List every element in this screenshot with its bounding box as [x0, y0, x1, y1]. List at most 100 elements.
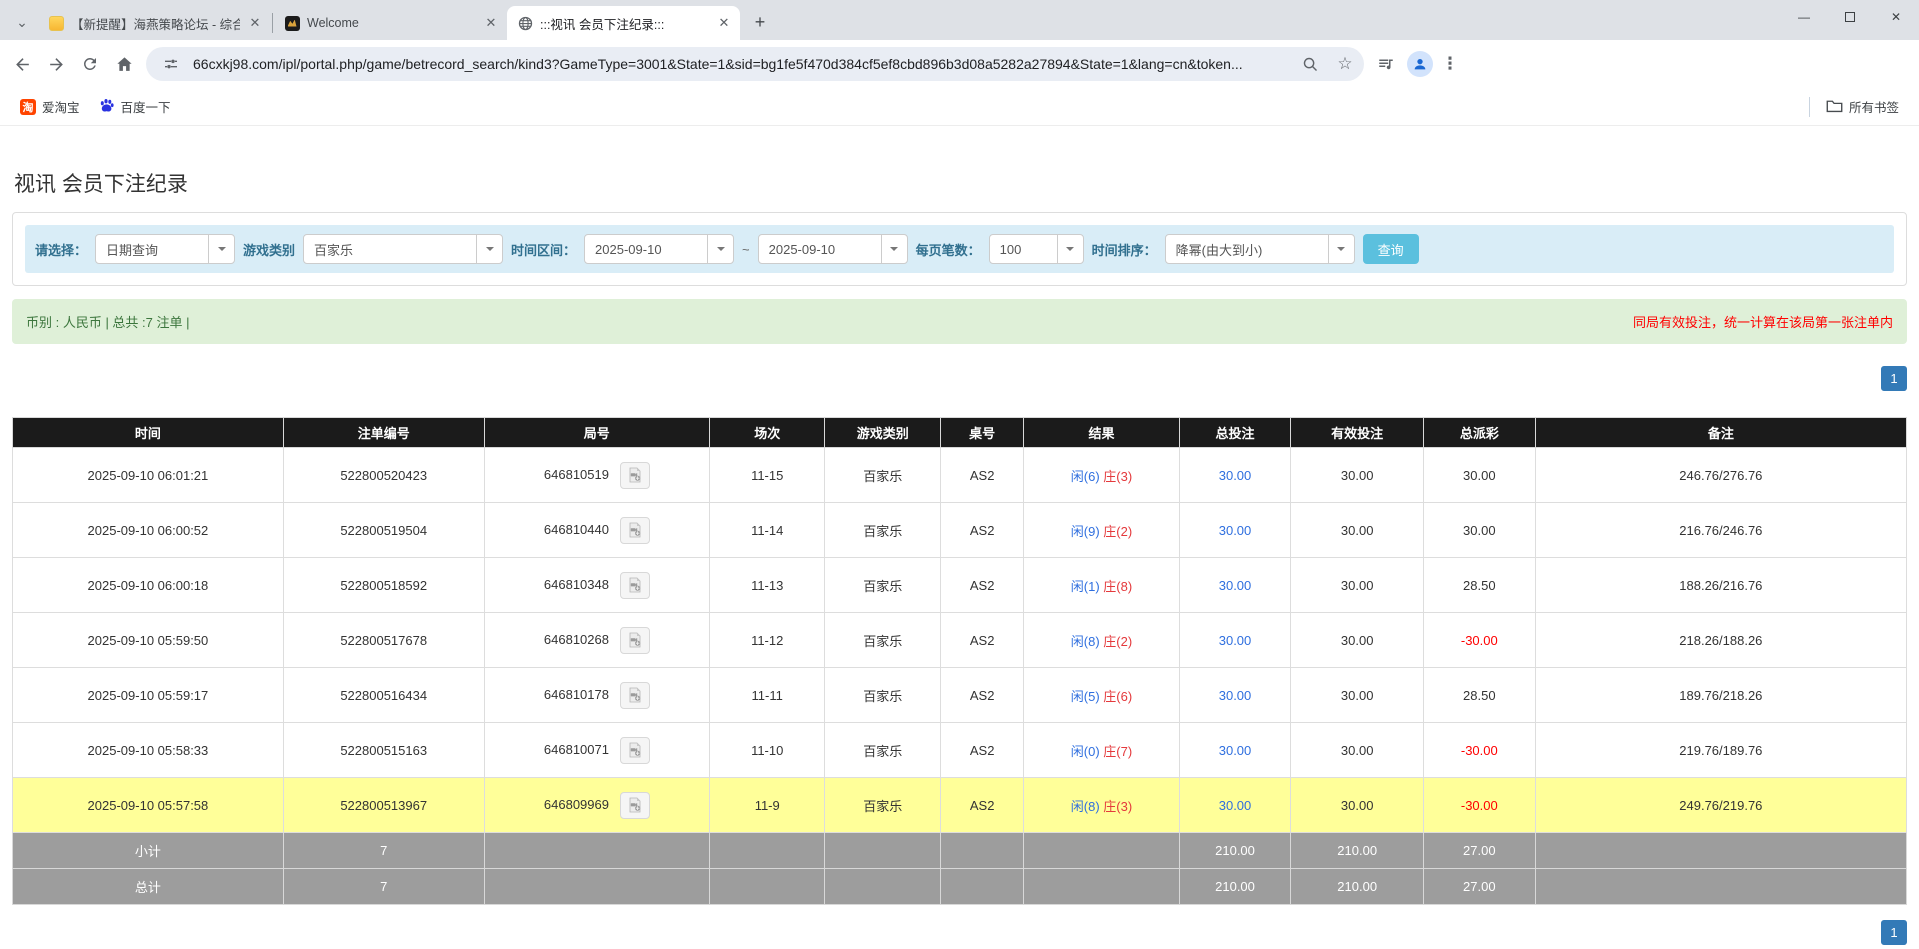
result-banker: 庄(2) — [1103, 524, 1132, 539]
back-icon[interactable] — [6, 48, 38, 80]
total-bet-link[interactable]: 30.00 — [1219, 633, 1252, 648]
cell-bet-no: 522800520423 — [283, 448, 484, 503]
welcome-favicon-icon — [284, 15, 300, 31]
tab-forum[interactable]: 【新提醒】海燕策略论坛 - 综合 ✕ — [38, 6, 271, 40]
page-1-button[interactable]: 1 — [1881, 366, 1907, 391]
address-bar[interactable]: 66cxkj98.com/ipl/portal.php/game/betreco… — [146, 47, 1364, 81]
reload-icon[interactable] — [74, 48, 106, 80]
folder-icon — [1826, 98, 1843, 116]
profile-avatar[interactable] — [1404, 48, 1436, 80]
watch-video-button[interactable] — [620, 682, 650, 709]
tab-bet-records[interactable]: :::视讯 会员下注纪录::: ✕ — [507, 6, 740, 40]
cell-round: 646809969 — [484, 778, 709, 833]
forward-icon[interactable] — [40, 48, 72, 80]
date-from-value: 2025-09-10 — [585, 235, 707, 263]
cell-game-type: 百家乐 — [825, 448, 941, 503]
window-controls: — ✕ — [1781, 0, 1919, 34]
cell-payout: 30.00 — [1423, 448, 1535, 503]
url-text[interactable]: 66cxkj98.com/ipl/portal.php/game/betreco… — [193, 56, 1288, 72]
close-window-icon[interactable]: ✕ — [1873, 0, 1919, 34]
cell-result: 闲(1) 庄(8) — [1024, 558, 1179, 613]
cell-bet-no: 522800515163 — [283, 723, 484, 778]
browser-menu-icon[interactable]: ⋮ — [1438, 48, 1462, 80]
column-header-2: 局号 — [484, 418, 709, 448]
tab-welcome[interactable]: Welcome ✕ — [274, 6, 507, 40]
cell-note: 218.26/188.26 — [1535, 613, 1906, 668]
bookmark-star-icon[interactable]: ☆ — [1332, 51, 1358, 77]
zoom-magnifier-icon[interactable] — [1297, 51, 1323, 77]
result-player: 闲(6) — [1071, 469, 1100, 484]
sort-order-label: 时间排序： — [1092, 240, 1157, 259]
total-row-label: 总计 — [13, 869, 284, 905]
close-tab-icon[interactable]: ✕ — [247, 15, 263, 31]
game-type-select[interactable]: 百家乐 — [303, 234, 503, 264]
cell-table-no: AS2 — [941, 448, 1024, 503]
total-bet-link[interactable]: 30.00 — [1219, 523, 1252, 538]
query-type-select[interactable]: 日期查询 — [95, 234, 235, 264]
page-size-select[interactable]: 100 — [989, 234, 1084, 264]
tab-strip: ⌄ 【新提醒】海燕策略论坛 - 综合 ✕ Welcome ✕ :::视讯 会员下… — [0, 0, 1919, 40]
pagination-bottom: 1 — [12, 920, 1907, 945]
total-row-empty — [709, 869, 825, 905]
watch-video-button[interactable] — [620, 737, 650, 764]
result-player: 闲(0) — [1071, 744, 1100, 759]
total-bet-link[interactable]: 30.00 — [1219, 688, 1252, 703]
total-bet-link[interactable]: 30.00 — [1219, 743, 1252, 758]
new-tab-button[interactable]: + — [746, 8, 774, 36]
game-type-label: 游戏类别 — [243, 240, 295, 259]
cell-note: 219.76/189.76 — [1535, 723, 1906, 778]
tab-search-chevron-icon[interactable]: ⌄ — [8, 8, 36, 36]
search-button[interactable]: 查询 — [1363, 234, 1419, 264]
watch-video-button[interactable] — [620, 462, 650, 489]
bookmark-taobao[interactable]: 淘 爱淘宝 — [14, 94, 86, 119]
media-controls-icon[interactable] — [1370, 48, 1402, 80]
globe-favicon-icon — [517, 15, 533, 31]
total-bet-link[interactable]: 30.00 — [1219, 468, 1252, 483]
total-row-empty — [941, 869, 1024, 905]
cell-game-type: 百家乐 — [825, 668, 941, 723]
minimize-window-icon[interactable]: — — [1781, 0, 1827, 34]
cell-game-type: 百家乐 — [825, 778, 941, 833]
watch-video-button[interactable] — [620, 517, 650, 544]
chevron-down-icon — [707, 235, 733, 263]
total-row-empty — [1535, 869, 1906, 905]
watch-video-button[interactable] — [620, 792, 650, 819]
cell-round: 646810440 — [484, 503, 709, 558]
all-bookmarks-label: 所有书签 — [1849, 97, 1899, 116]
total-row-empty — [484, 869, 709, 905]
total-bet-link[interactable]: 30.00 — [1219, 578, 1252, 593]
home-icon[interactable] — [108, 48, 140, 80]
watch-video-button[interactable] — [620, 572, 650, 599]
cell-result: 闲(8) 庄(2) — [1024, 613, 1179, 668]
table-row: 2025-09-10 06:00:18522800518592646810348… — [13, 558, 1907, 613]
page-1-button[interactable]: 1 — [1881, 920, 1907, 945]
cell-time: 2025-09-10 06:00:18 — [13, 558, 284, 613]
subtotal-row-empty — [1024, 833, 1179, 869]
cell-round: 646810178 — [484, 668, 709, 723]
bookmarks-divider — [1809, 97, 1810, 117]
maximize-window-icon[interactable] — [1827, 0, 1873, 34]
close-tab-icon[interactable]: ✕ — [483, 15, 499, 31]
cell-total-bet: 30.00 — [1179, 668, 1291, 723]
site-settings-tune-icon[interactable] — [158, 51, 184, 77]
all-bookmarks-button[interactable]: 所有书签 — [1820, 94, 1905, 119]
date-to-value: 2025-09-10 — [759, 235, 881, 263]
subtotal-row-total-bet: 210.00 — [1179, 833, 1291, 869]
column-header-3: 场次 — [709, 418, 825, 448]
currency-summary-text: 币别 : 人民币 | 总共 :7 注单 | — [26, 312, 190, 331]
watch-video-button[interactable] — [620, 627, 650, 654]
result-banker: 庄(6) — [1103, 689, 1132, 704]
date-from-select[interactable]: 2025-09-10 — [584, 234, 734, 264]
cell-payout: -30.00 — [1423, 723, 1535, 778]
cell-game-type: 百家乐 — [825, 558, 941, 613]
result-banker: 庄(8) — [1103, 579, 1132, 594]
cell-time: 2025-09-10 05:58:33 — [13, 723, 284, 778]
bookmark-baidu[interactable]: 百度一下 — [93, 94, 177, 119]
close-tab-icon[interactable]: ✕ — [716, 15, 732, 31]
cell-round: 646810268 — [484, 613, 709, 668]
total-bet-link[interactable]: 30.00 — [1219, 798, 1252, 813]
sort-order-select[interactable]: 降幂(由大到小) — [1165, 234, 1355, 264]
cell-note: 249.76/219.76 — [1535, 778, 1906, 833]
date-to-select[interactable]: 2025-09-10 — [758, 234, 908, 264]
subtotal-row-count: 7 — [283, 833, 484, 869]
